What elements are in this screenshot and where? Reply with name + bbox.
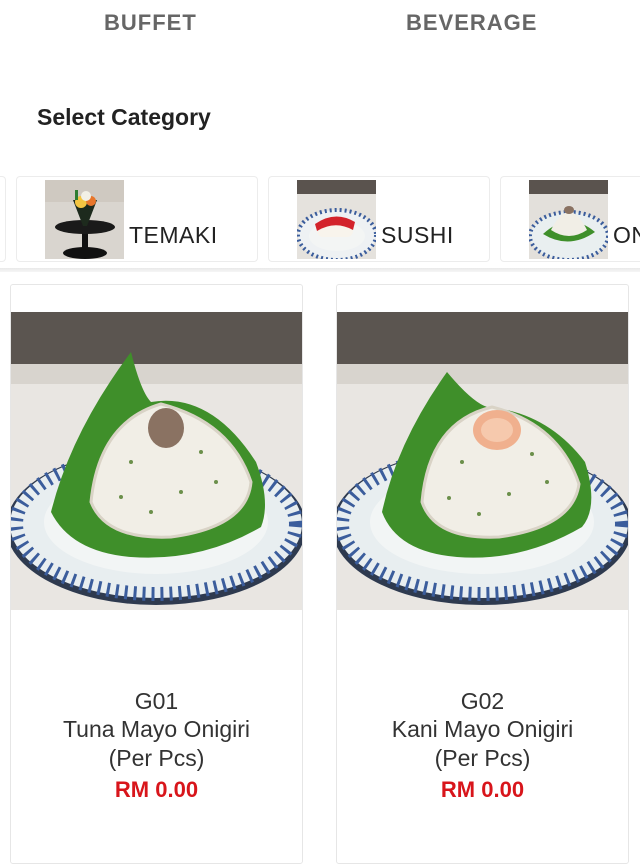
product-info: G02 Kani Mayo Onigiri (Per Pcs) RM 0.00 — [337, 687, 628, 807]
product-name: Kani Mayo Onigiri — [391, 716, 574, 742]
category-carousel[interactable]: TEMAKI SUSHI O — [0, 176, 640, 264]
category-label: SUSHI — [381, 222, 454, 248]
category-card-temaki[interactable]: TEMAKI — [16, 176, 258, 262]
product-name: Tuna Mayo Onigiri — [62, 716, 251, 742]
product-card-g01[interactable]: G01 Tuna Mayo Onigiri (Per Pcs) RM 0.00 — [10, 284, 303, 864]
product-code: G02 — [460, 688, 505, 714]
product-info: G01 Tuna Mayo Onigiri (Per Pcs) RM 0.00 — [11, 687, 302, 807]
divider — [0, 268, 640, 272]
product-price: RM 0.00 — [440, 777, 525, 802]
product-photo — [337, 312, 628, 610]
category-card-onigiri[interactable]: ON — [500, 176, 640, 262]
product-unit: (Per Pcs) — [434, 745, 531, 771]
sushi-photo — [297, 180, 376, 259]
category-card-sushi[interactable]: SUSHI — [268, 176, 490, 262]
tab-beverage[interactable]: BEVERAGE — [406, 10, 537, 36]
temaki-photo — [45, 180, 124, 259]
menu-tabs: BUFFET BEVERAGE — [0, 0, 640, 56]
category-label: TEMAKI — [129, 222, 218, 248]
product-unit: (Per Pcs) — [108, 745, 205, 771]
product-card-g02[interactable]: G02 Kani Mayo Onigiri (Per Pcs) RM 0.00 — [336, 284, 629, 864]
select-category-heading: Select Category — [37, 104, 211, 130]
category-label: ON — [613, 222, 640, 248]
product-photo — [11, 312, 302, 610]
onigiri-photo — [529, 180, 608, 259]
category-card-previous[interactable] — [0, 176, 6, 262]
product-code: G01 — [134, 688, 179, 714]
tab-buffet[interactable]: BUFFET — [104, 10, 197, 36]
product-price: RM 0.00 — [114, 777, 199, 802]
